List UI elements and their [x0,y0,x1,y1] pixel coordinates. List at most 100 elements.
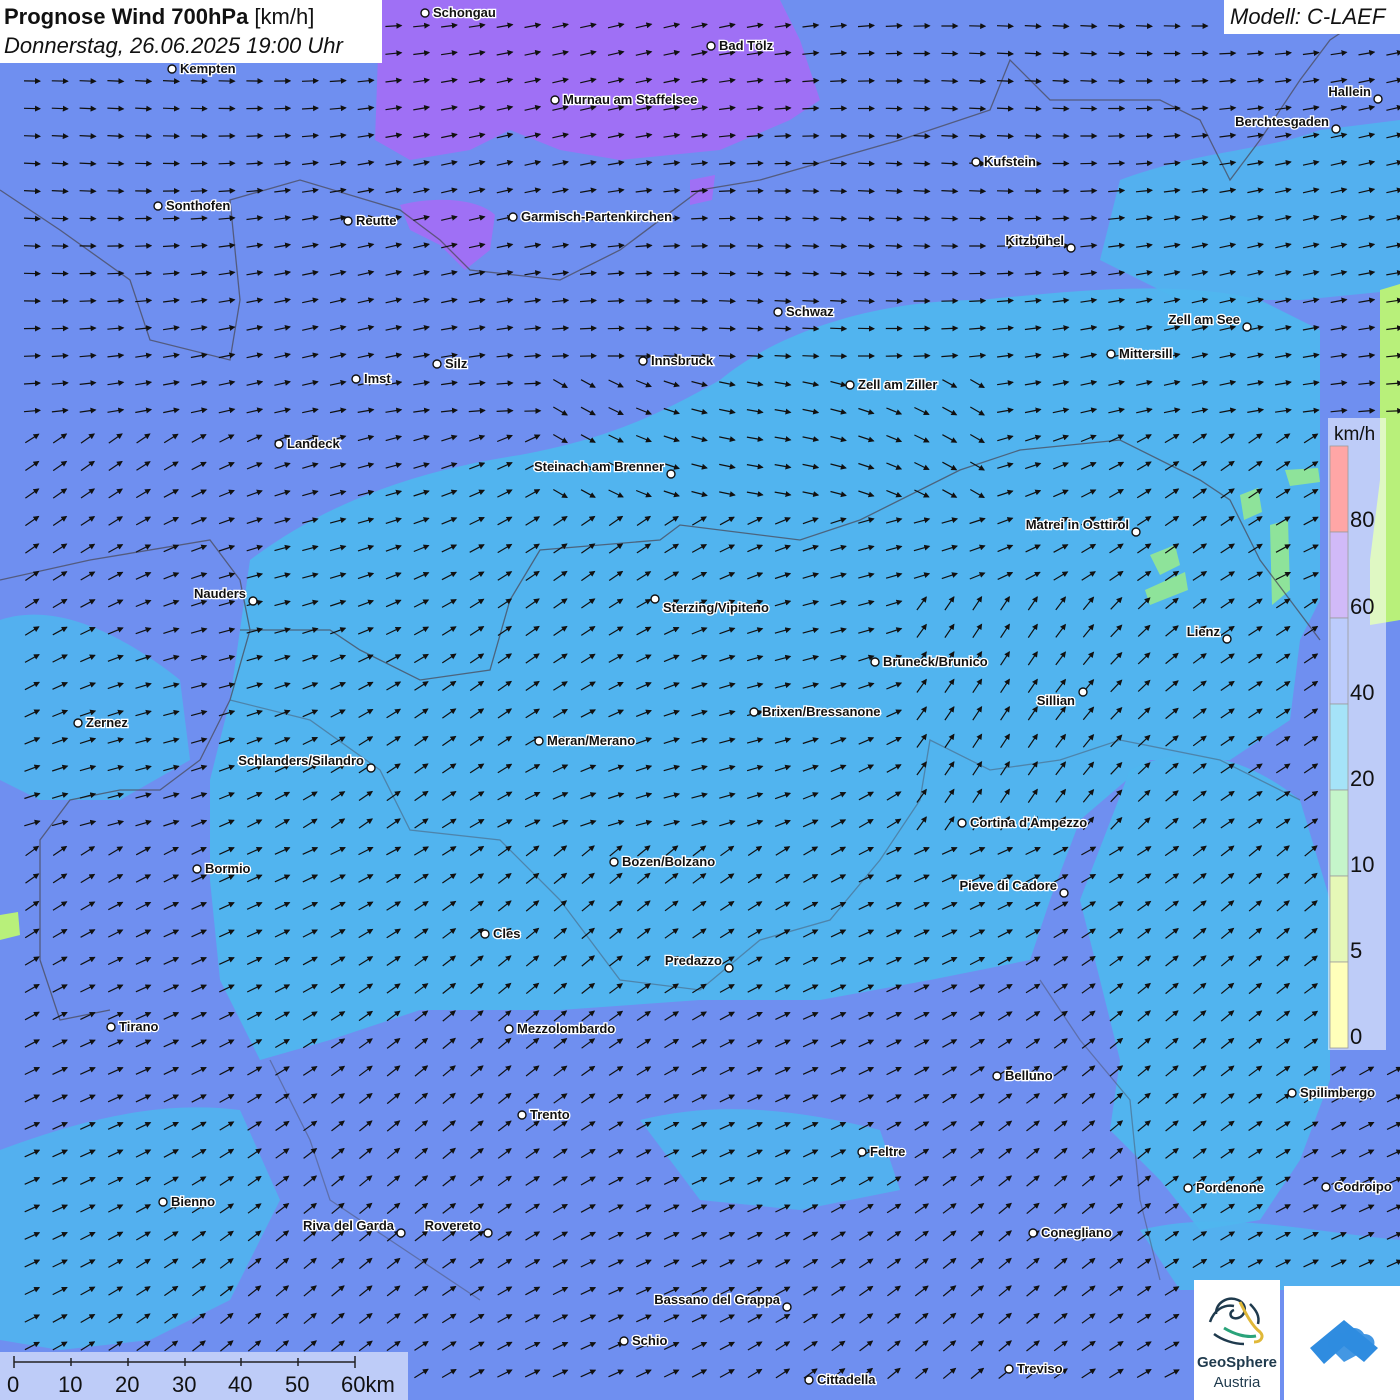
wind-arrow [1080,23,1098,30]
wind-arrow [774,325,792,332]
city-dot [106,1022,116,1032]
wind-arrow [1135,132,1153,139]
wind-arrow [913,352,931,359]
city-label: Kempten [180,61,236,76]
wind-arrow [301,77,319,84]
city-sonthofen: Sonthofen [153,197,232,214]
city-dot [343,216,353,226]
scale-label-10: 10 [58,1372,83,1397]
city-schongau: Schongau [420,4,497,21]
wind-arrow [107,105,125,112]
wind-arrow [996,50,1014,57]
map-title-main: Prognose Wind 700hPa [4,4,249,29]
wind-arrow [23,243,41,250]
wind-arrow [802,353,820,360]
city-label: Codroipo [1334,1179,1392,1194]
wind-arrow [1108,160,1126,167]
legend-label-0: 0 [1350,1024,1363,1049]
wind-arrow [857,50,875,57]
wind-arrow [51,215,69,222]
wind-arrow [913,243,931,250]
scale-label-30: 30 [172,1372,197,1397]
wind-arrow [913,188,931,195]
wind-arrow [1135,23,1153,30]
wind-arrow [802,215,820,222]
wind-arrow [913,133,931,140]
city-dot [992,1071,1002,1081]
wind-arrow [802,270,820,277]
scale-label-40: 40 [228,1372,253,1397]
city-label: Zell am Ziller [858,377,937,392]
city-dot [1373,94,1383,104]
wind-arrow [79,105,97,112]
city-spilimbergo: Spilimbergo [1287,1084,1376,1101]
city-label: Mezzolombardo [517,1021,615,1036]
wind-arrow [857,298,875,305]
city-dot [420,8,430,18]
city-label: Bruneck/Brunico [883,654,988,669]
wind-arrow [190,187,208,194]
wind-arrow [941,105,959,112]
city-label: Bassano del Grappa [654,1292,780,1307]
city-dot [1321,1182,1331,1192]
wind-arrow [663,242,681,249]
wind-arrow [885,133,903,140]
wind-arrow [1080,78,1098,85]
city-dot [396,1228,406,1238]
map-title: Prognose Wind 700hPa [km/h] [4,4,314,30]
city-dot [957,818,967,828]
wind-arrow [79,133,97,140]
legend-label-40: 40 [1350,680,1375,705]
weather-app-logo[interactable] [1284,1286,1400,1400]
city-garmisch-partenkirchen: Garmisch-Partenkirchen [508,208,673,225]
wind-arrow [1219,50,1237,57]
city-label: Kufstein [984,154,1036,169]
city-dot [248,596,258,606]
wind-arrow [885,22,903,29]
city-label: Tirano [119,1019,159,1034]
geosphere-emblem-icon [1208,1297,1264,1346]
city-dot [504,1024,514,1034]
wind-arrow [802,325,820,332]
city-dot [508,212,518,222]
wind-arrow [885,188,903,195]
wind-arrow [857,215,875,222]
city-dot [749,707,759,717]
wind-arrow [830,325,848,332]
city-label: Silz [445,356,468,371]
wind-arrow [996,133,1014,140]
wind-arrow [857,270,875,277]
wind-arrow [135,242,153,249]
city-label: Kitzbühel [1006,233,1065,248]
city-meran-merano: Meran/Merano [534,732,636,749]
title-box: Prognose Wind 700hPa [km/h] Donnerstag, … [0,0,382,63]
city-label: Steinach am Brenner [534,459,664,474]
geosphere-name: GeoSphere [1196,1354,1278,1371]
wind-arrow [1108,23,1126,30]
forecast-datetime: Donnerstag, 26.06.2025 19:00 Uhr [4,33,343,58]
wind-arrow [885,160,903,167]
city-dot [773,307,783,317]
wind-arrow [746,160,764,167]
scale-label-0: 0 [7,1372,20,1397]
city-label: Schongau [433,5,496,20]
legend-label-5: 5 [1350,938,1363,963]
city-label: Treviso [1017,1361,1063,1376]
city-label: Reutte [356,213,396,228]
city-dot [480,929,490,939]
city-dot [483,1228,493,1238]
city-dot [1004,1364,1014,1374]
city-dot [153,201,163,211]
wind-arrow [885,215,903,222]
wind-arrow [496,407,514,414]
city-bozen-bolzano: Bozen/Bolzano [609,853,717,870]
city-label: Meran/Merano [547,733,635,748]
city-label: Matrei in Osttirol [1026,517,1129,532]
city-dot [666,469,676,479]
wind-arrow [830,243,848,250]
wind-arrow [830,77,848,84]
wind-arrow [913,215,931,222]
city-label: Schio [632,1333,667,1348]
wind-arrow [969,78,987,85]
city-dot [638,356,648,366]
